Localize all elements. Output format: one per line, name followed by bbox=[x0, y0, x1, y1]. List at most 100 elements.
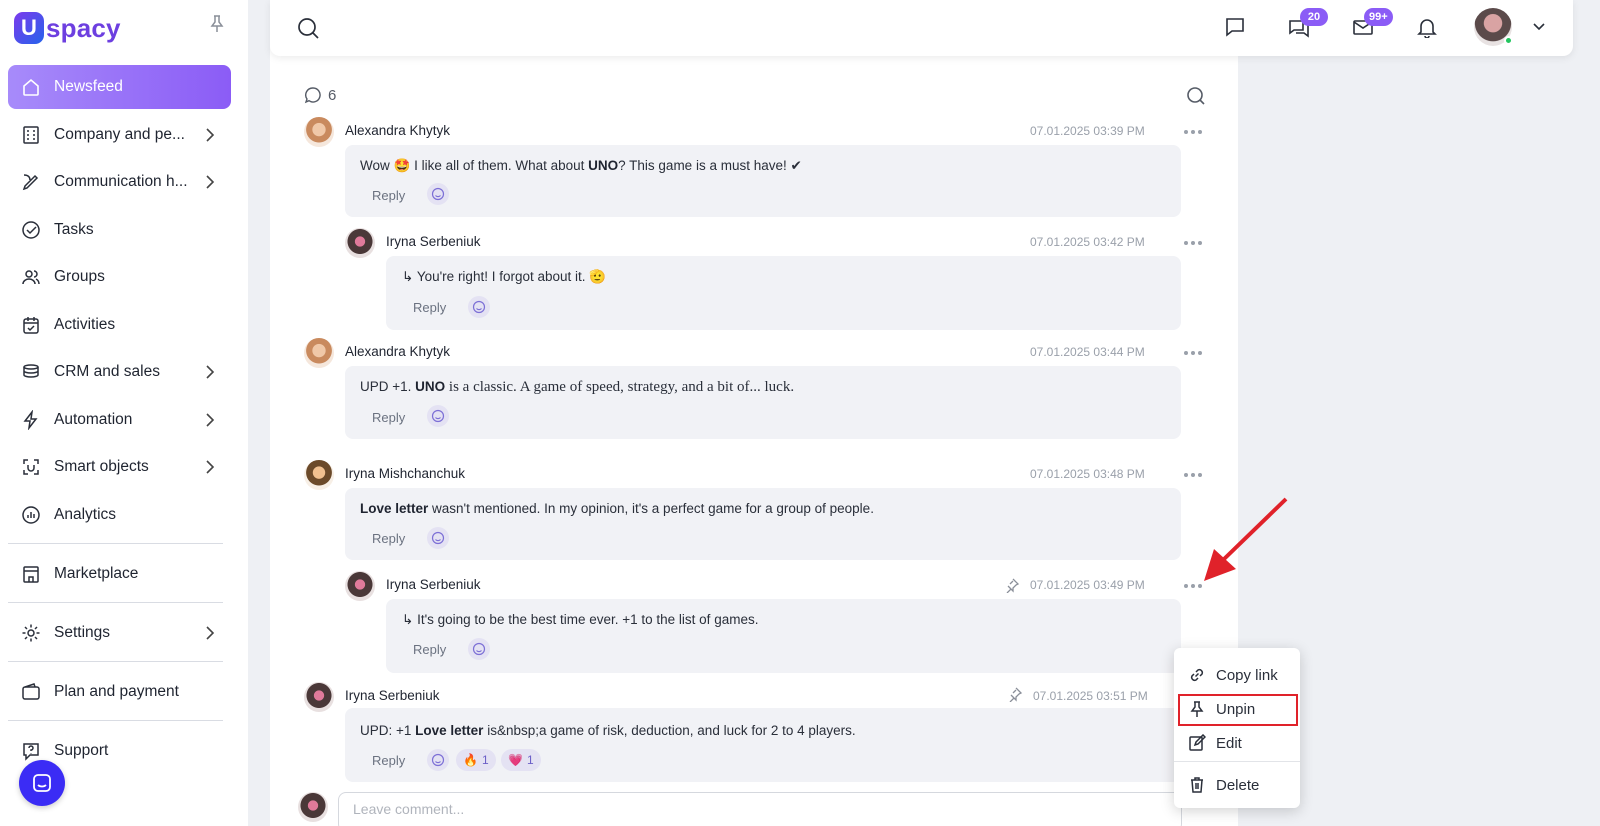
live-chat-button[interactable] bbox=[19, 760, 65, 806]
comment-icon bbox=[304, 87, 321, 104]
add-reaction-icon[interactable] bbox=[427, 527, 449, 549]
reply-button[interactable]: Reply bbox=[372, 753, 405, 768]
search-icon[interactable] bbox=[296, 16, 320, 40]
sidebar-item-company[interactable]: Company and pe... bbox=[8, 113, 231, 157]
trash-icon bbox=[1188, 776, 1206, 794]
sidebar-item-label: Marketplace bbox=[54, 564, 139, 582]
more-options-icon[interactable] bbox=[1184, 473, 1204, 479]
add-reaction-icon[interactable] bbox=[427, 749, 449, 771]
sidebar-item-analytics[interactable]: Analytics bbox=[8, 493, 231, 537]
bolt-icon bbox=[20, 409, 42, 431]
comment-author[interactable]: Alexandra Khytyk bbox=[345, 123, 450, 138]
sidebar-divider bbox=[8, 660, 223, 662]
sidebar-item-settings[interactable]: Settings bbox=[8, 611, 231, 655]
comment-time: 07.01.2025 03:44 PM bbox=[1030, 345, 1145, 359]
link-icon bbox=[1188, 666, 1206, 684]
messages-icon[interactable] bbox=[1222, 14, 1248, 40]
sidebar-item-label: Analytics bbox=[54, 505, 117, 523]
leave-comment-input[interactable]: Leave comment... bbox=[338, 792, 1182, 826]
sidebar-item-label: Company and pe... bbox=[54, 125, 185, 143]
avatar[interactable] bbox=[304, 682, 334, 712]
avatar[interactable] bbox=[304, 117, 334, 147]
more-options-icon[interactable] bbox=[1184, 130, 1204, 136]
sidebar-item-label: Automation bbox=[54, 410, 133, 428]
add-reaction-icon[interactable] bbox=[427, 183, 449, 205]
reply-button[interactable]: Reply bbox=[372, 531, 405, 546]
pin-sidebar-icon[interactable] bbox=[209, 15, 225, 33]
chevron-right-icon bbox=[206, 412, 215, 427]
users-icon bbox=[20, 266, 42, 288]
avatar[interactable] bbox=[345, 571, 375, 601]
sidebar-item-tasks[interactable]: Tasks bbox=[8, 208, 231, 252]
comment-text: ↳ You're right! I forgot about it. 🫡 bbox=[402, 269, 607, 284]
feed-panel: 6 Alexandra Khytyk 07.01.2025 03:39 PM W… bbox=[270, 0, 1238, 826]
sidebar-item-automation[interactable]: Automation bbox=[8, 398, 231, 442]
avatar[interactable] bbox=[304, 460, 334, 490]
store-icon bbox=[20, 563, 42, 585]
add-reaction-icon[interactable] bbox=[468, 296, 490, 318]
pinned-icon bbox=[1006, 578, 1020, 593]
wallet-icon bbox=[20, 681, 42, 703]
comment-author[interactable]: Iryna Serbeniuk bbox=[386, 234, 481, 249]
comments-count[interactable]: 6 bbox=[304, 86, 336, 104]
comment-author[interactable]: Alexandra Khytyk bbox=[345, 344, 450, 359]
logo-mark: U bbox=[14, 12, 44, 44]
sidebar-divider bbox=[8, 542, 223, 544]
comment-author[interactable]: Iryna Mishchanchuk bbox=[345, 466, 465, 481]
sidebar-item-marketplace[interactable]: Marketplace bbox=[8, 552, 231, 596]
reaction-chip-fire[interactable]: 🔥 1 bbox=[456, 749, 496, 771]
comment-author[interactable]: Iryna Serbeniuk bbox=[386, 577, 481, 592]
reply-button[interactable]: Reply bbox=[413, 300, 446, 315]
home-icon bbox=[20, 76, 42, 98]
sidebar-item-smart-objects[interactable]: Smart objects bbox=[8, 445, 231, 489]
avatar[interactable] bbox=[304, 338, 334, 368]
menu-item-edit[interactable]: Edit bbox=[1174, 728, 1300, 758]
reaction-chip-heart[interactable]: 💗 1 bbox=[501, 749, 541, 771]
sidebar-item-crm[interactable]: CRM and sales bbox=[8, 350, 231, 394]
menu-item-copy-link[interactable]: Copy link bbox=[1174, 660, 1300, 690]
sidebar-item-label: CRM and sales bbox=[54, 363, 160, 380]
mail-icon[interactable]: 99+ bbox=[1350, 8, 1393, 40]
sidebar-nav: Newsfeed Company and pe... Communication… bbox=[8, 65, 231, 776]
comment-bubble bbox=[386, 256, 1181, 330]
chevron-right-icon bbox=[206, 460, 215, 474]
comment-text: ↳ It's going to be the best time ever. +… bbox=[402, 612, 759, 627]
comment-bubble bbox=[345, 488, 1181, 560]
add-reaction-icon[interactable] bbox=[427, 405, 449, 427]
comment-bubble bbox=[386, 599, 1181, 673]
reply-button[interactable]: Reply bbox=[413, 642, 446, 657]
chats-icon[interactable]: 20 bbox=[1286, 8, 1328, 40]
menu-item-unpin[interactable]: Unpin bbox=[1174, 694, 1300, 724]
sidebar-item-groups[interactable]: Groups bbox=[8, 255, 231, 299]
sidebar-item-plan[interactable]: Plan and payment bbox=[8, 670, 231, 714]
building-icon bbox=[20, 124, 42, 146]
sidebar-item-activities[interactable]: Activities bbox=[8, 303, 231, 347]
reply-button[interactable]: Reply bbox=[372, 188, 405, 203]
chat-icon bbox=[33, 774, 51, 792]
more-options-icon[interactable] bbox=[1184, 351, 1204, 357]
comment-author[interactable]: Iryna Serbeniuk bbox=[345, 688, 440, 703]
more-options-icon[interactable] bbox=[1184, 241, 1204, 247]
chevron-right-icon bbox=[206, 127, 215, 142]
menu-divider bbox=[1174, 761, 1300, 762]
sidebar-item-newsfeed[interactable]: Newsfeed bbox=[8, 65, 231, 109]
fire-emoji: 🔥 bbox=[463, 753, 478, 767]
analytics-icon bbox=[20, 504, 42, 526]
logo[interactable]: U spacy bbox=[14, 10, 121, 46]
reaction-count: 1 bbox=[526, 753, 534, 767]
sidebar-item-label: Smart objects bbox=[54, 458, 149, 475]
menu-item-delete[interactable]: Delete bbox=[1174, 770, 1300, 800]
annotation-arrow bbox=[1204, 497, 1288, 581]
comment-text: Wow 🤩 I like all of them. What about UNO… bbox=[360, 158, 802, 173]
menu-item-label: Copy link bbox=[1216, 666, 1278, 684]
comment-text: UPD +1. UNO is a classic. A game of spee… bbox=[360, 379, 795, 395]
search-comments-icon[interactable] bbox=[1186, 86, 1206, 106]
reply-button[interactable]: Reply bbox=[372, 410, 405, 425]
avatar[interactable] bbox=[345, 228, 375, 258]
add-reaction-icon[interactable] bbox=[468, 638, 490, 660]
sidebar: U spacy Newsfeed Company and pe... Commu… bbox=[0, 0, 248, 826]
bell-icon[interactable] bbox=[1414, 14, 1440, 40]
chevron-down-icon[interactable] bbox=[1532, 20, 1546, 34]
sidebar-item-label: Support bbox=[54, 741, 109, 759]
sidebar-item-communication[interactable]: Communication h... bbox=[8, 160, 231, 204]
